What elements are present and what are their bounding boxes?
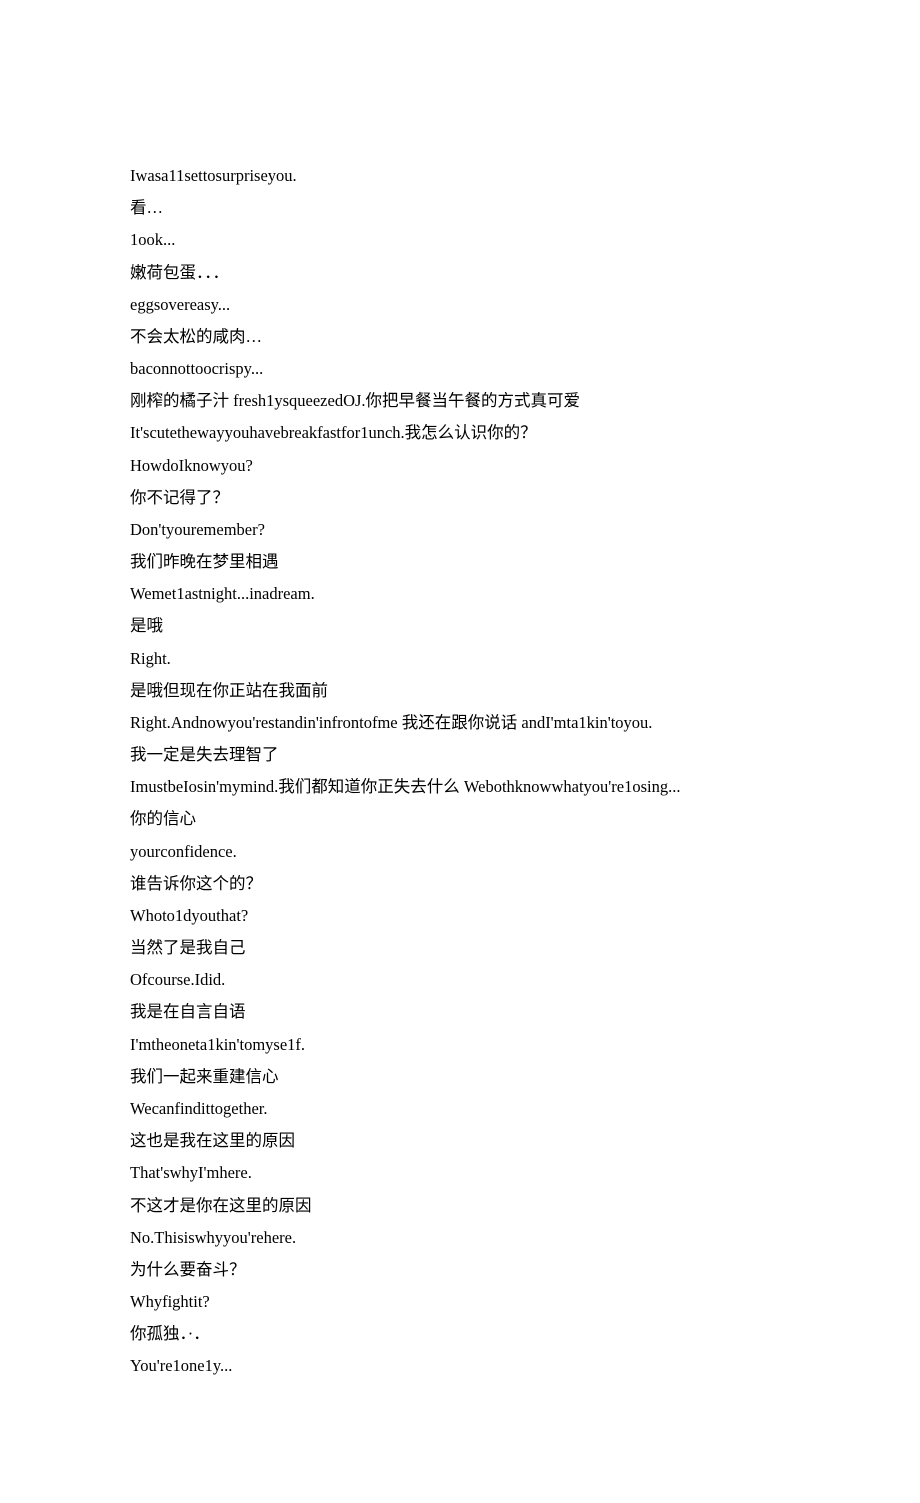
text-line: That'swhyI'mhere. — [130, 1157, 790, 1189]
text-line: 刚榨的橘子汁 fresh1ysqueezedOJ.你把早餐当午餐的方式真可爱 — [130, 385, 790, 417]
text-line: No.Thisiswhyyou'rehere. — [130, 1222, 790, 1254]
text-line: Right.Andnowyou'restandin'infrontofme 我还… — [130, 707, 790, 739]
text-line: Wemet1astnight...inadream. — [130, 578, 790, 610]
text-line: 我一定是失去理智了 — [130, 739, 790, 771]
text-line: ImustbeIosin'mymind.我们都知道你正失去什么 Webothkn… — [130, 771, 790, 803]
text-line: baconnottoocrispy... — [130, 353, 790, 385]
text-line: 为什么要奋斗？ — [130, 1254, 790, 1286]
text-line: 当然了是我自己 — [130, 932, 790, 964]
text-line: 不会太松的咸肉… — [130, 321, 790, 353]
text-line: yourconfidence. — [130, 836, 790, 868]
text-line: eggsovereasy... — [130, 289, 790, 321]
text-line: You're1one1y... — [130, 1350, 790, 1382]
document-page: Iwasa11settosurpriseyou.看…1ook...嫩荷包蛋．．．… — [0, 0, 920, 1503]
text-line: It'scutethewayyouhavebreakfastfor1unch.我… — [130, 417, 790, 449]
text-line: 我是在自言自语 — [130, 996, 790, 1028]
text-line: Wecanfindittogether. — [130, 1093, 790, 1125]
text-line: 你不记得了？ — [130, 482, 790, 514]
text-line: Whoto1dyouthat? — [130, 900, 790, 932]
text-line: 这也是我在这里的原因 — [130, 1125, 790, 1157]
text-line: HowdoIknowyou? — [130, 450, 790, 482]
text-line: 我们一起来重建信心 — [130, 1061, 790, 1093]
text-line: Whyfightit? — [130, 1286, 790, 1318]
text-line: 不这才是你在这里的原因 — [130, 1190, 790, 1222]
text-line: I'mtheoneta1kin'tomyse1f. — [130, 1029, 790, 1061]
text-line: 你孤独．·． — [130, 1318, 790, 1350]
text-line: 你的信心 — [130, 803, 790, 835]
text-line: 是哦但现在你正站在我面前 — [130, 675, 790, 707]
text-line: 1ook... — [130, 224, 790, 256]
text-line: Right. — [130, 643, 790, 675]
text-line: Iwasa11settosurpriseyou. — [130, 160, 790, 192]
text-line: 谁告诉你这个的？ — [130, 868, 790, 900]
text-line: 嫩荷包蛋．．． — [130, 257, 790, 289]
text-line: Don'tyouremember? — [130, 514, 790, 546]
text-line: 看… — [130, 192, 790, 224]
text-line: 我们昨晚在梦里相遇 — [130, 546, 790, 578]
text-line: Ofcourse.Idid. — [130, 964, 790, 996]
text-line: 是哦 — [130, 610, 790, 642]
